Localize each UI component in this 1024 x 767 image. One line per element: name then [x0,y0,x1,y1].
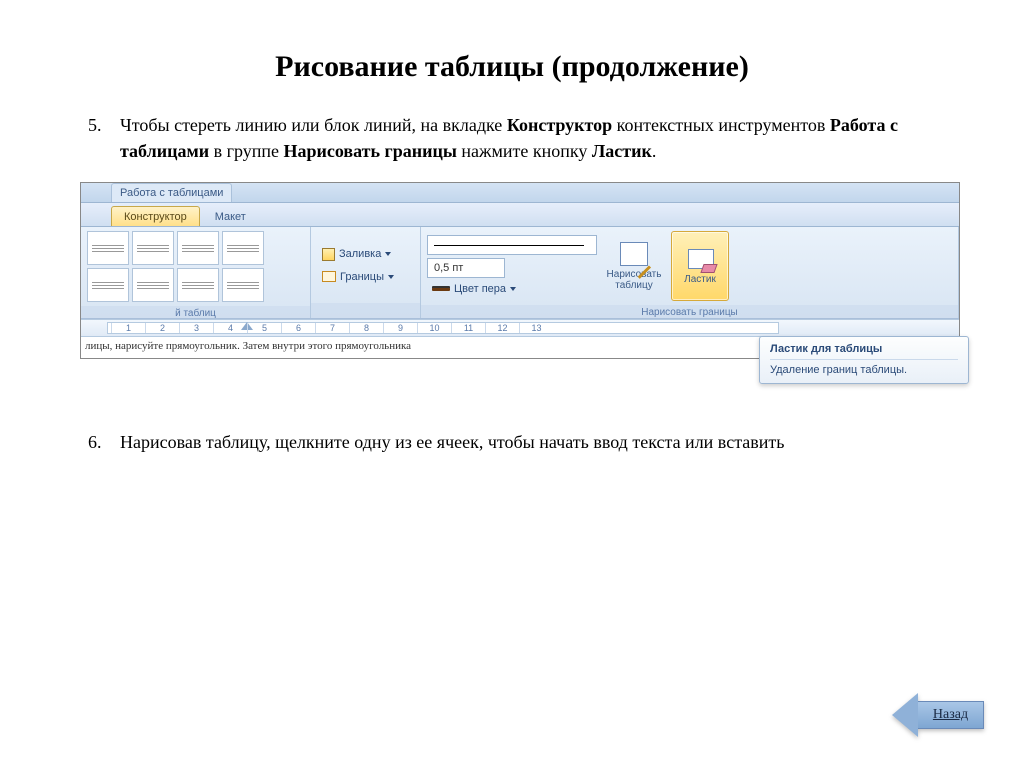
borders-icon [322,271,336,282]
list-item-5: 5. Чтобы стереть линию или блок линий, н… [80,112,944,164]
draw-table-button[interactable]: Нарисовать таблицу [605,231,663,301]
item-text: Чтобы стереть линию или блок линий, на в… [120,112,924,164]
table-style-thumb[interactable] [222,231,264,265]
context-tab-title: Работа с таблицами [111,183,232,202]
group-draw-borders: 0,5 пт Цвет пера Нарисовать таблицу [421,227,959,318]
eraser-icon [686,247,714,271]
group-shading-borders: Заливка Границы [311,227,421,318]
line-weight-selector[interactable]: 0,5 пт [427,258,505,278]
ruler-marks: 12345678910111213 [111,323,775,333]
chevron-down-icon [510,287,516,291]
group-label-draw-borders: Нарисовать границы [421,305,958,318]
tooltip: Ластик для таблицы Удаление границ табли… [759,336,969,384]
paint-bucket-icon [322,248,335,261]
table-style-thumb[interactable] [177,231,219,265]
table-style-thumb[interactable] [222,268,264,302]
table-style-thumb[interactable] [87,231,129,265]
table-style-thumb[interactable] [87,268,129,302]
pen-icon [432,288,450,291]
tab-layout[interactable]: Макет [202,206,259,226]
table-style-thumb[interactable] [132,268,174,302]
group-label-styles: й таблиц [81,306,310,318]
draw-table-icon [620,242,648,266]
ribbon: й таблиц Заливка Границы [81,227,959,319]
borders-button[interactable]: Границы [317,269,399,285]
tooltip-title: Ластик для таблицы [770,343,958,360]
shading-button[interactable]: Заливка [317,246,396,263]
chevron-down-icon [385,252,391,256]
context-tab-bar: Работа с таблицами [81,183,959,203]
list-item-6: 6. Нарисовав таблицу, щелкните одну из е… [80,429,944,455]
back-label: Назад [918,701,984,729]
item-number: 6. [80,429,120,455]
chevron-down-icon [388,275,394,279]
item-text: Нарисовав таблицу, щелкните одну из ее я… [120,429,924,455]
ruler: 12345678910111213 [81,319,959,337]
group-table-styles: й таблиц [81,227,311,318]
table-style-thumb[interactable] [132,231,174,265]
pen-color-button[interactable]: Цвет пера [427,281,597,297]
table-style-thumb[interactable] [177,268,219,302]
back-button[interactable]: Назад [892,693,984,737]
line-style-selector[interactable] [427,235,597,255]
tab-design[interactable]: Конструктор [111,206,200,226]
item-number: 5. [80,112,120,164]
tooltip-body: Удаление границ таблицы. [770,364,958,376]
page-title: Рисование таблицы (продолжение) [80,50,944,84]
arrow-left-icon [892,693,918,737]
word-ribbon-screenshot: Работа с таблицами Конструктор Макет [80,182,960,359]
ribbon-tabs: Конструктор Макет [81,203,959,227]
eraser-button[interactable]: Ластик [671,231,729,301]
